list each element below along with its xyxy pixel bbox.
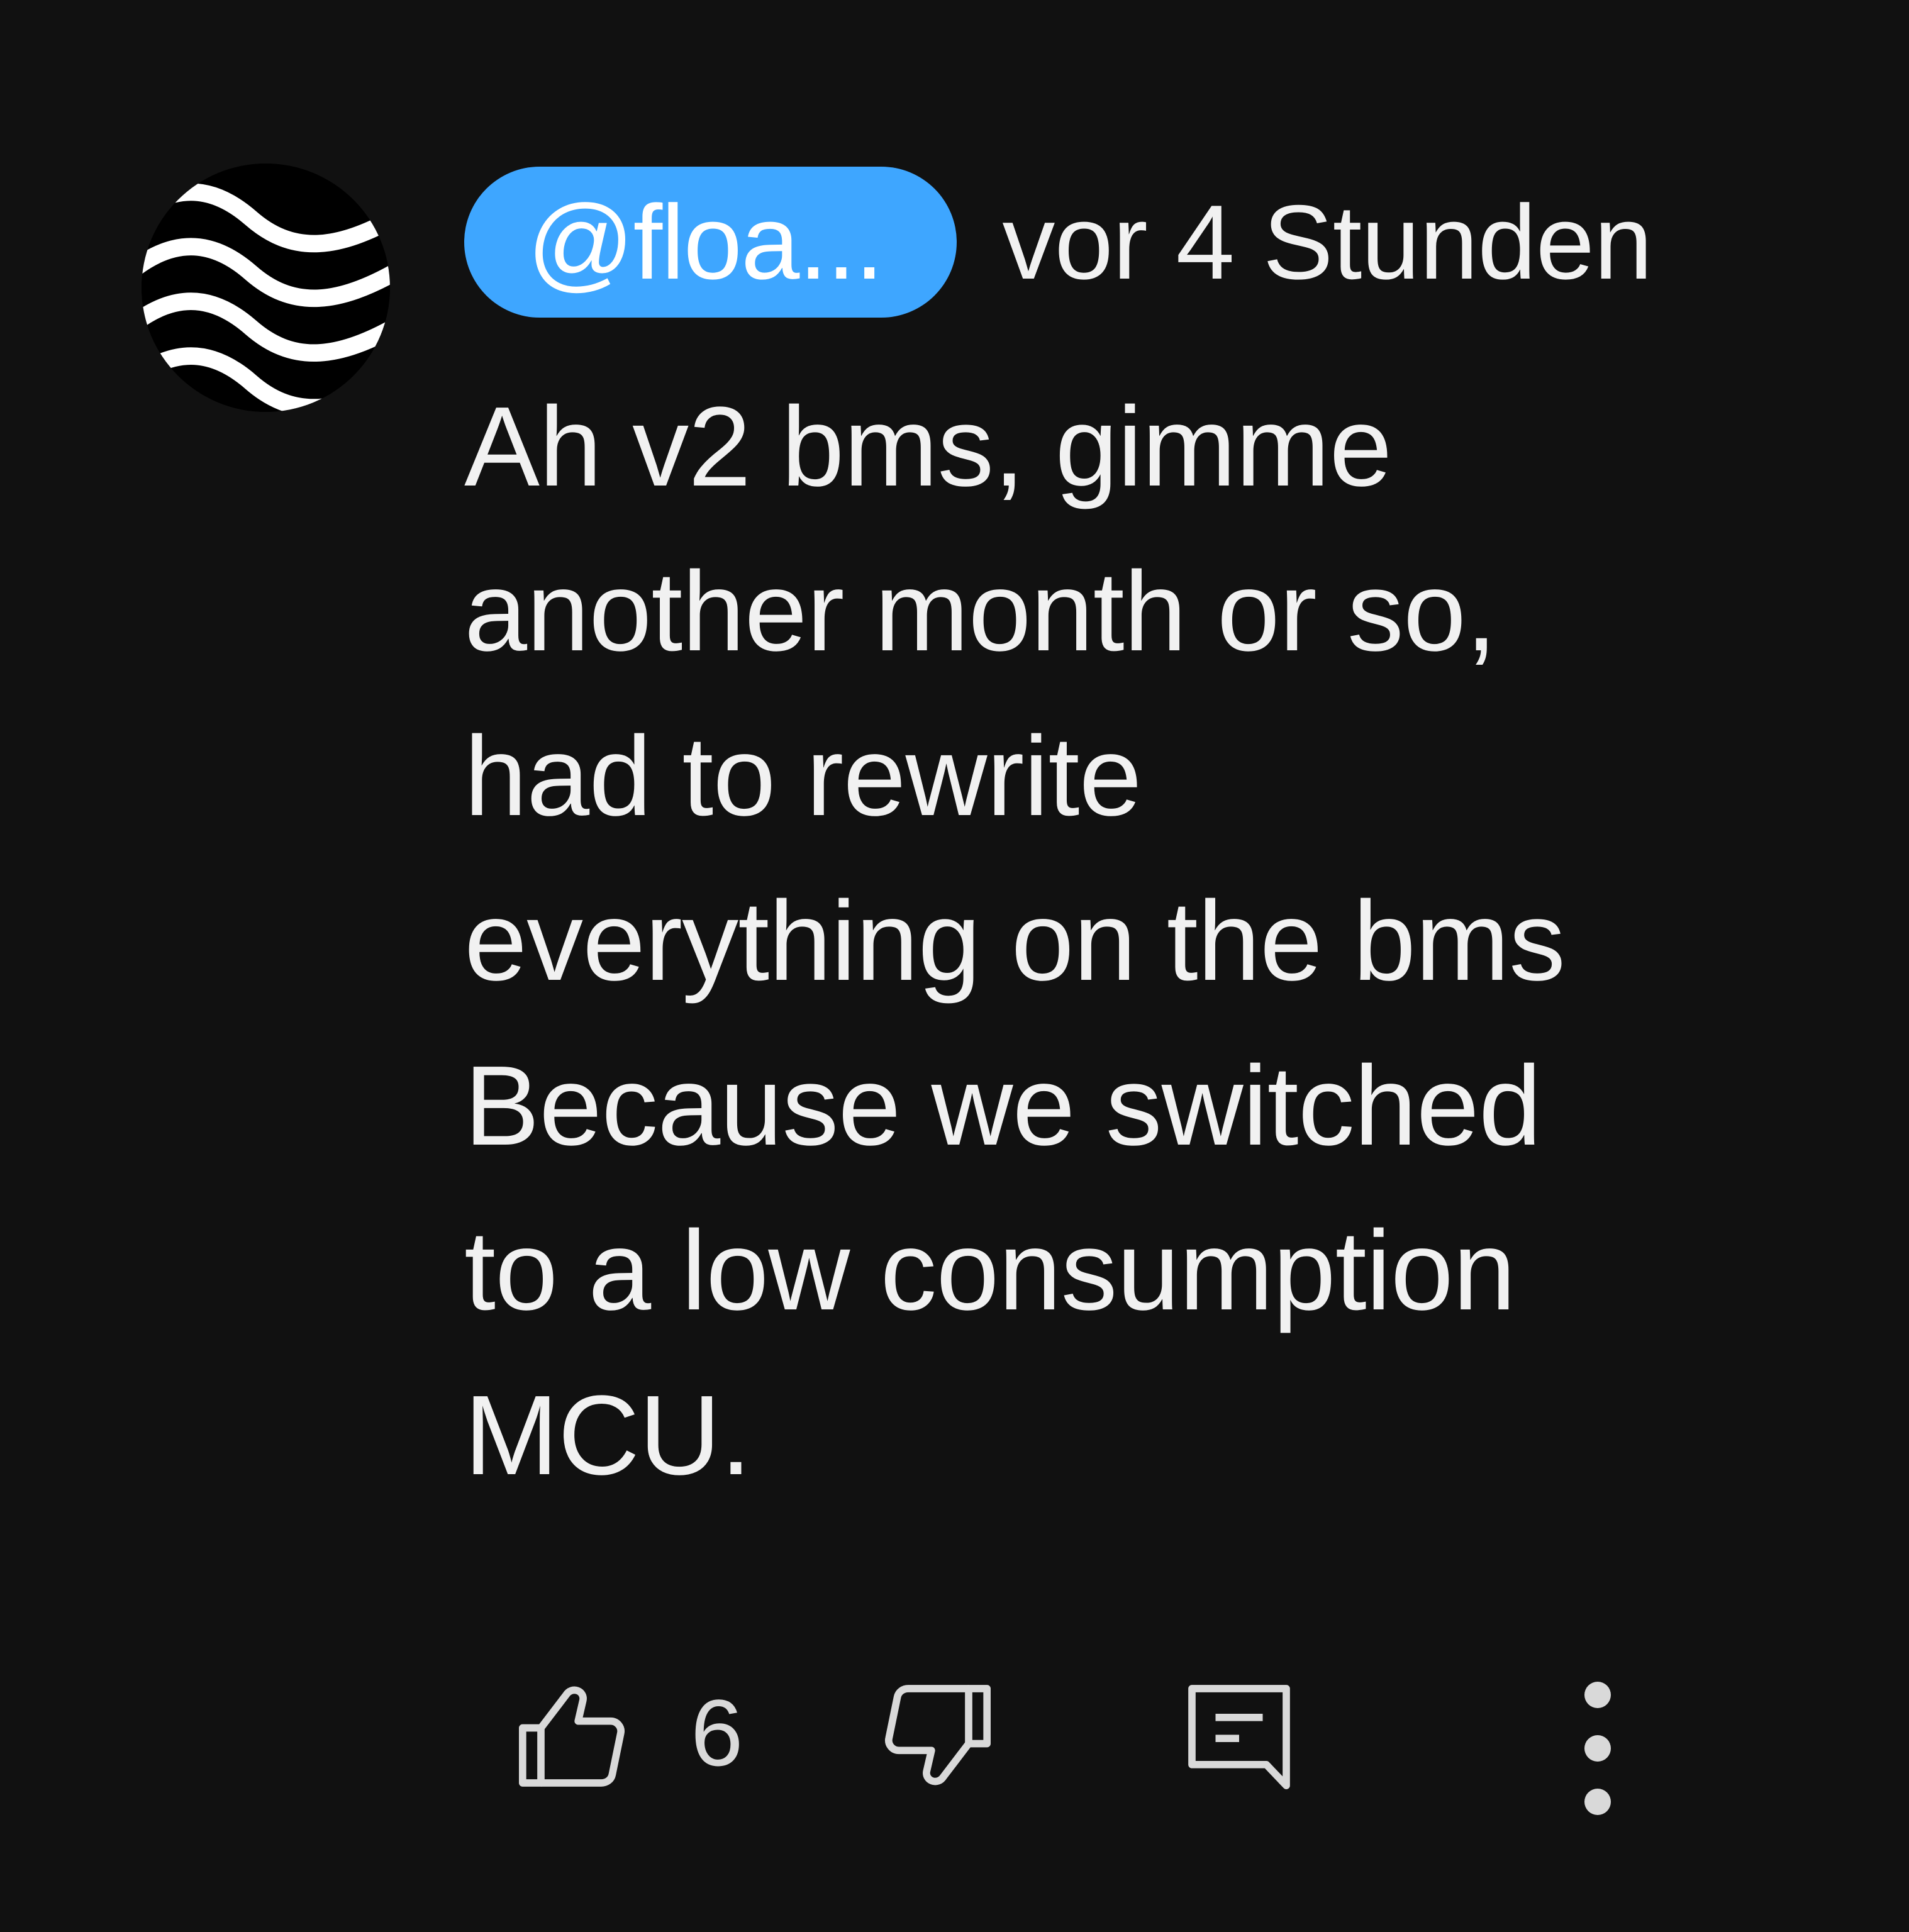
more-vertical-icon xyxy=(1584,1682,1611,1815)
comment-text: Ah v2 bms, gimme another month or so, ha… xyxy=(464,384,1566,1499)
comment-reply-icon xyxy=(1188,1685,1290,1789)
comment-action-bar: 6 xyxy=(0,1660,1909,1815)
like-button[interactable] xyxy=(509,1673,635,1799)
comment-thread-item: @floa... vor 4 Stunden Ah v2 bms, gimme … xyxy=(0,0,1909,1932)
more-options-button[interactable] xyxy=(1566,1673,1629,1824)
thumbs-down-icon xyxy=(885,1685,991,1785)
comment-header: @floa... vor 4 Stunden xyxy=(464,165,1653,319)
dislike-button[interactable] xyxy=(874,1673,1000,1799)
comment-timestamp[interactable]: vor 4 Stunden xyxy=(1002,189,1652,295)
thumbs-up-icon xyxy=(519,1686,625,1787)
wave-logo-icon xyxy=(142,164,390,412)
like-count: 6 xyxy=(691,1680,743,1785)
author-handle-badge[interactable]: @floa... xyxy=(464,166,957,318)
reply-button[interactable] xyxy=(1176,1673,1302,1799)
avatar[interactable] xyxy=(142,164,390,412)
